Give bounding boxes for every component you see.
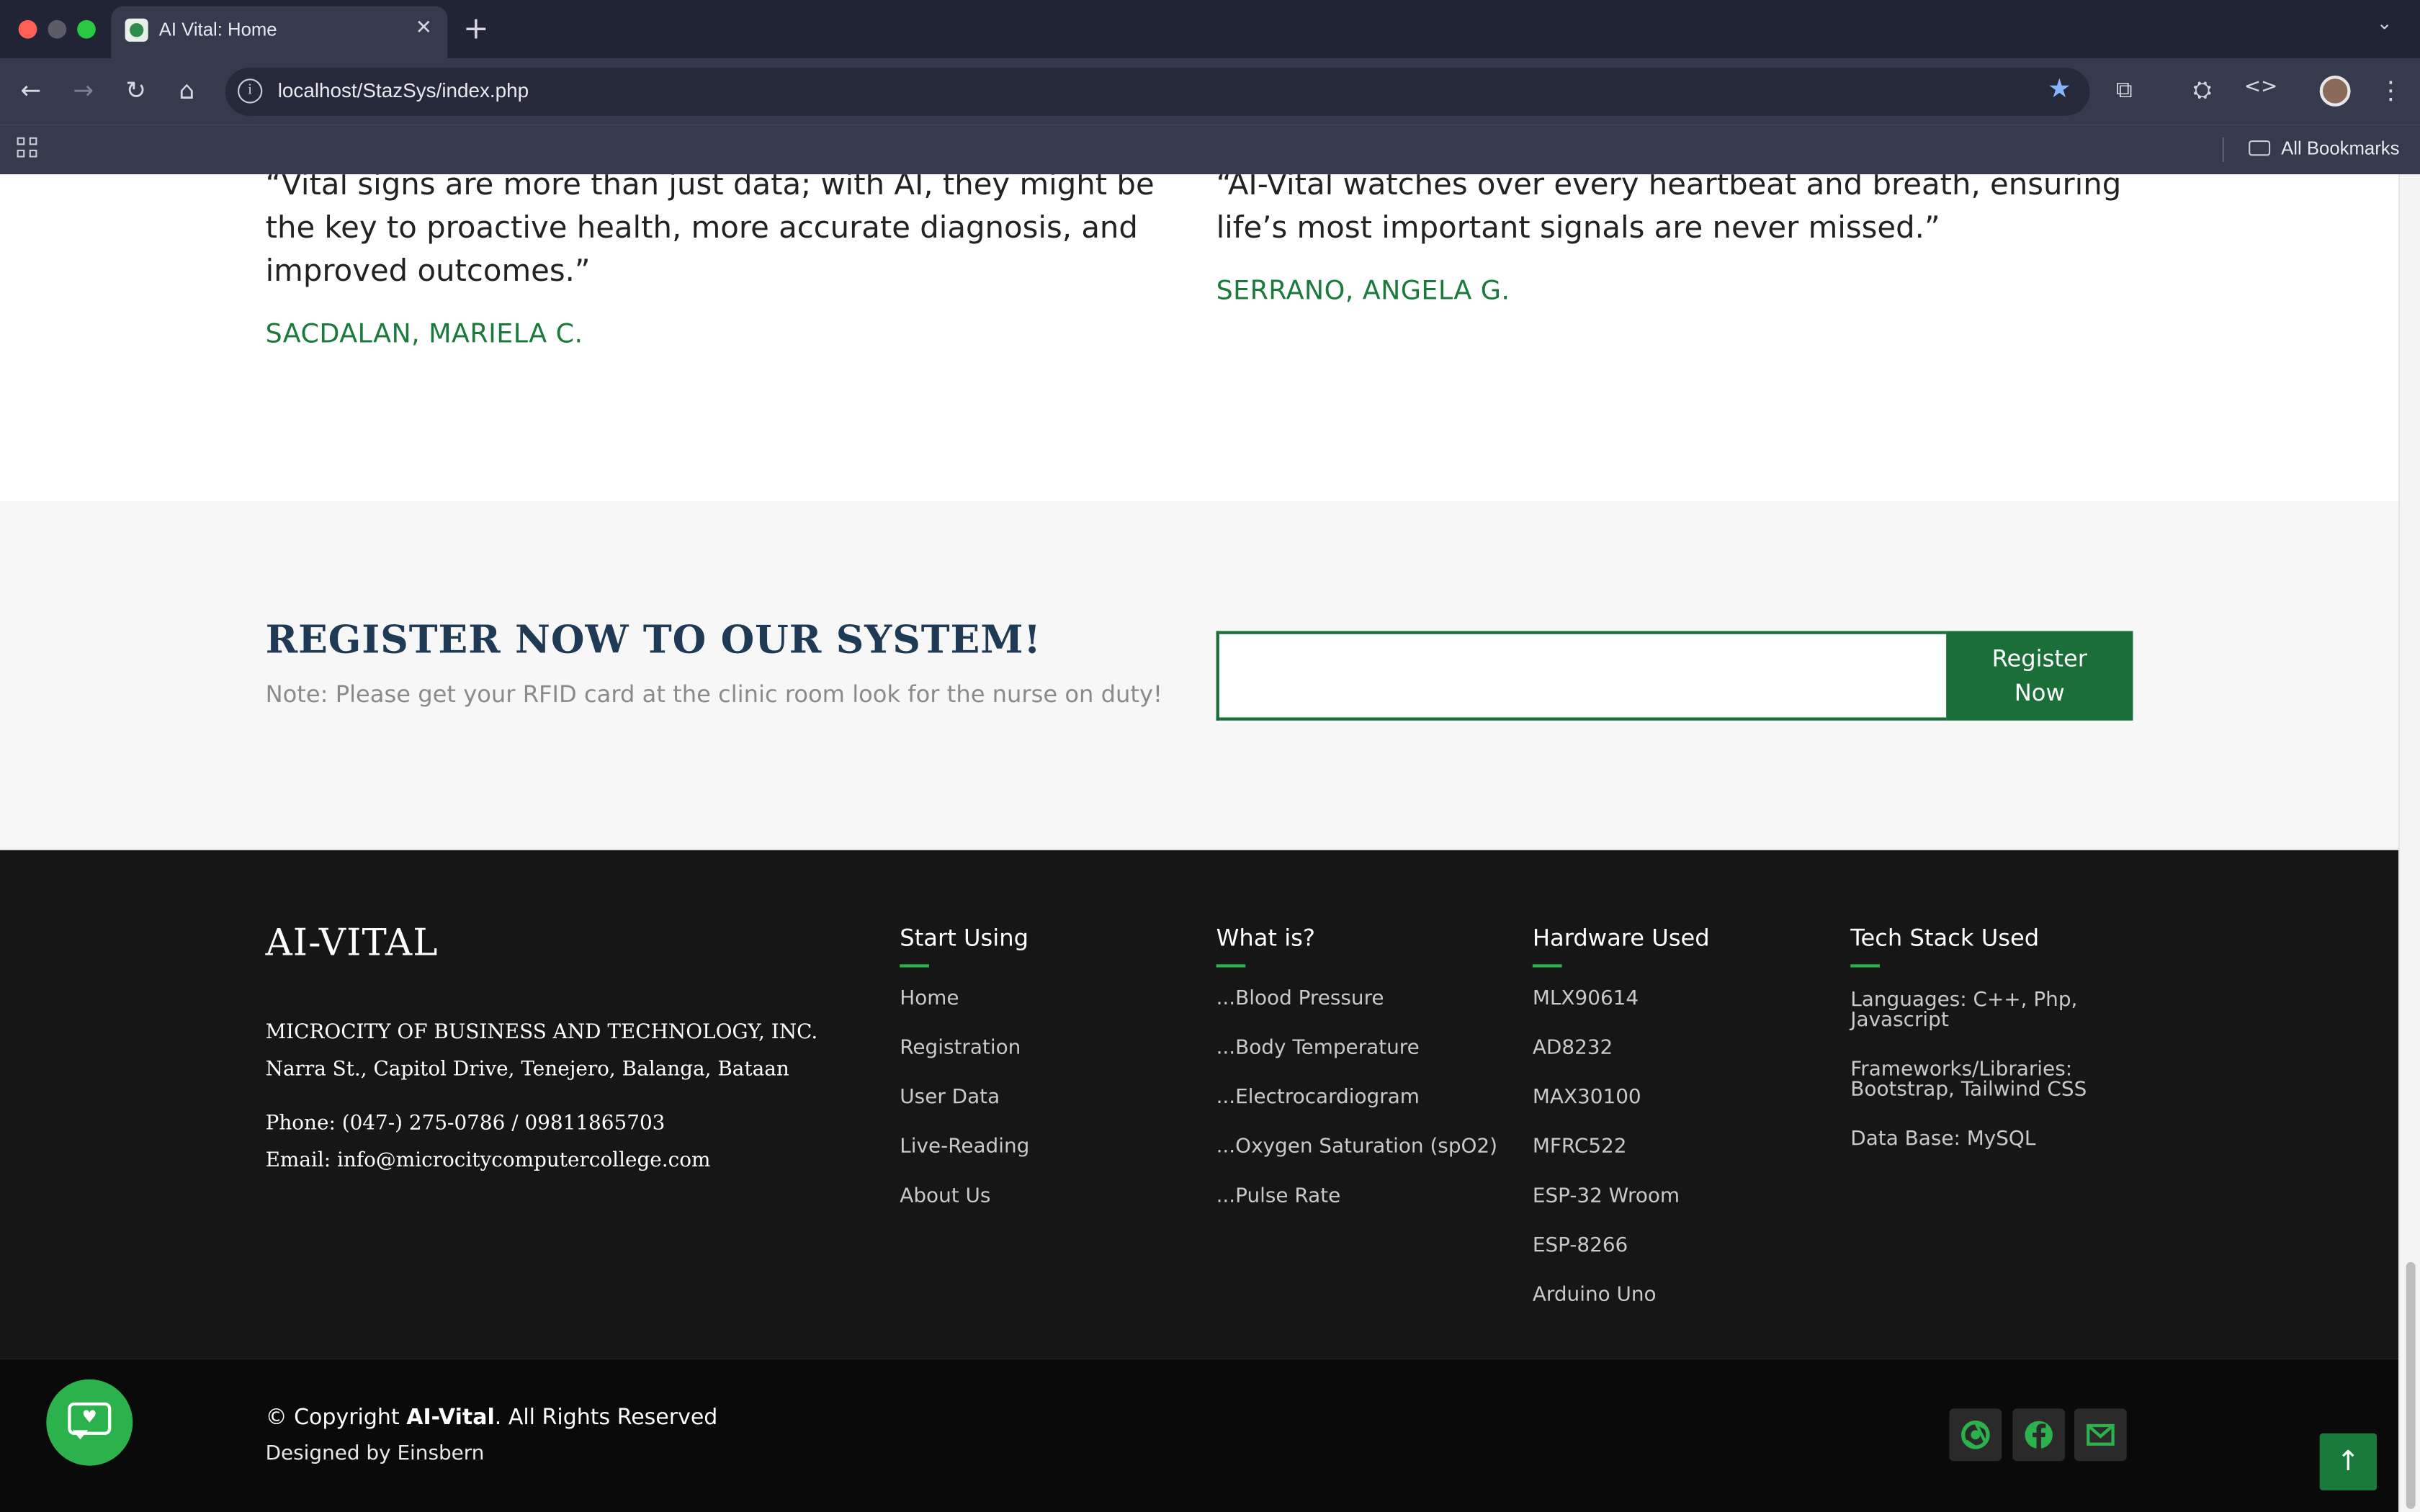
footer-column-title: What is?	[1216, 924, 1315, 953]
tab-title: AI Vital: Home	[158, 18, 277, 40]
apps-icon[interactable]	[17, 137, 39, 159]
avatar[interactable]	[2319, 76, 2351, 107]
bookmarks-bar: All Bookmarks	[0, 125, 2420, 175]
url-text[interactable]: localhost/StazSys/index.php	[278, 78, 529, 102]
all-bookmarks-label: All Bookmarks	[2281, 137, 2400, 159]
bookmarks-divider	[2222, 137, 2224, 162]
chat-button[interactable]: ♥	[46, 1379, 133, 1466]
facebook-icon[interactable]	[2012, 1408, 2066, 1462]
browser-tab[interactable]: AI Vital: Home ✕	[111, 6, 448, 59]
footer-link-live-reading[interactable]: Live-Reading	[900, 1135, 1029, 1158]
close-window-button[interactable]	[18, 19, 37, 39]
back-icon[interactable]: ←	[15, 76, 46, 107]
address-bar[interactable]: i localhost/StazSys/index.php ★	[225, 68, 2090, 116]
tab-close-icon[interactable]: ✕	[416, 17, 432, 40]
company-email[interactable]: Email: info@microcitycomputercollege.com	[266, 1149, 711, 1172]
copyright-suffix: . All Rights Reserved	[494, 1405, 718, 1431]
register-section: REGISTER NOW TO OUR SYSTEM! Note: Please…	[0, 501, 2398, 850]
footer-link-electrocardiogram[interactable]: ...Electrocardiogram	[1216, 1086, 1420, 1110]
footer-link-registration[interactable]: Registration	[900, 1037, 1021, 1060]
copyright-prefix: © Copyright	[265, 1405, 407, 1431]
devtools-icon[interactable]: <>	[2244, 76, 2278, 99]
tech-stack-item: Languages: C++, Php, Javascript	[1850, 989, 2078, 1032]
company-address: Narra St., Capitol Drive, Tenejero, Bala…	[265, 1058, 789, 1082]
testimonial-quote: “AI-Vital watches over every heartbeat a…	[1216, 174, 2122, 246]
maximize-window-button[interactable]	[77, 19, 96, 39]
hardware-item: Arduino Uno	[1532, 1283, 1657, 1307]
register-button-label: Now	[2014, 678, 2065, 707]
tech-stack-item: Data Base: MySQL	[1850, 1128, 2036, 1151]
back-to-top-button[interactable]: ↑	[2319, 1433, 2377, 1490]
tab-search-icon[interactable]: ⌄	[2377, 12, 2393, 34]
heart-icon: ♥	[81, 1407, 97, 1428]
star-icon[interactable]: ★	[2048, 74, 2071, 105]
testimonial-author: SACDALAN, MARIELA C.	[265, 319, 583, 351]
hardware-item: ESP-8266	[1532, 1234, 1628, 1258]
favicon-icon	[125, 18, 148, 42]
reload-icon[interactable]: ↻	[120, 76, 151, 107]
folder-icon	[2249, 140, 2271, 156]
designed-by: Designed by Einsbern	[265, 1442, 485, 1466]
testimonial-author: SERRANO, ANGELA G.	[1216, 276, 1510, 307]
hardware-item: MLX90614	[1532, 987, 1639, 1011]
rfid-input[interactable]	[1216, 631, 1947, 721]
footer-column-title: Hardware Used	[1532, 924, 1710, 953]
copyright-text: © Copyright AI-Vital. All Rights Reserve…	[266, 1405, 718, 1430]
column-underline	[900, 964, 929, 968]
footer-link-blood-pressure[interactable]: ...Blood Pressure	[1216, 987, 1384, 1010]
mail-icon[interactable]	[2074, 1408, 2127, 1462]
footer-link-oxygen-saturation[interactable]: ...Oxygen Saturation (spO2)	[1216, 1135, 1497, 1158]
arrow-up-icon: ↑	[2336, 1445, 2360, 1478]
chat-bubble-tail	[72, 1430, 89, 1440]
footer-link-home[interactable]: Home	[900, 987, 959, 1010]
footer-column-title: Tech Stack Used	[1850, 924, 2040, 953]
column-underline	[1532, 964, 1562, 968]
info-icon[interactable]: i	[238, 78, 263, 104]
footer: AI-VITAL MICROCITY OF BUSINESS AND TECHN…	[0, 850, 2398, 1359]
tech-stack-item: Frameworks/Libraries: Bootstrap, Tailwin…	[1850, 1058, 2087, 1102]
chrome-icon[interactable]	[1949, 1408, 2002, 1462]
browser-tab-bar: AI Vital: Home ✕ + ⌄	[0, 0, 2420, 59]
home-icon[interactable]: ⌂	[171, 76, 202, 107]
footer-column-title: Start Using	[900, 924, 1029, 953]
forward-icon[interactable]: →	[68, 76, 99, 107]
footer-link-about-us[interactable]: About Us	[900, 1185, 990, 1208]
hardware-item: MFRC522	[1532, 1135, 1627, 1159]
register-button-label: Register	[1991, 644, 2087, 673]
page-content: “Vital signs are more than just data; wi…	[0, 174, 2398, 1512]
incognito-icon[interactable]: ⛭	[2193, 76, 2212, 104]
footer-brand: AI-VITAL	[265, 921, 439, 965]
footer-link-user-data[interactable]: User Data	[900, 1086, 1000, 1110]
register-button[interactable]: Register Now	[1946, 631, 2133, 721]
footer-link-pulse-rate[interactable]: ...Pulse Rate	[1216, 1185, 1341, 1208]
company-name: MICROCITY OF BUSINESS AND TECHNOLOGY, IN…	[265, 1021, 818, 1045]
all-bookmarks-button[interactable]: All Bookmarks	[2249, 138, 2399, 159]
menu-icon[interactable]: ⋮	[2378, 76, 2403, 105]
copyright-brand: AI-Vital	[406, 1405, 495, 1431]
hardware-item: MAX30100	[1532, 1086, 1641, 1110]
column-underline	[1850, 964, 1880, 968]
column-underline	[1216, 964, 1246, 968]
page-scrollbar[interactable]	[2398, 174, 2420, 1512]
scrollbar-thumb[interactable]	[2406, 1261, 2416, 1509]
minimize-window-button[interactable]	[48, 19, 67, 39]
screen: AI Vital: Home ✕ + ⌄ ← → ↻ ⌂ i localhost…	[0, 0, 2420, 1512]
copyright-bar: © Copyright AI-Vital. All Rights Reserve…	[0, 1359, 2398, 1512]
testimonial-quote: “Vital signs are more than just data; wi…	[265, 174, 1155, 289]
extensions-icon[interactable]: ⧉	[2116, 76, 2133, 104]
register-note: Note: Please get your RFID card at the c…	[265, 680, 1162, 708]
browser-toolbar: ← → ↻ ⌂ i localhost/StazSys/index.php ★ …	[0, 58, 2420, 125]
hardware-item: ESP-32 Wroom	[1532, 1184, 1680, 1208]
footer-link-body-temperature[interactable]: ...Body Temperature	[1216, 1037, 1420, 1060]
new-tab-button[interactable]: +	[463, 11, 489, 45]
hardware-item: AD8232	[1532, 1037, 1613, 1061]
register-title: REGISTER NOW TO OUR SYSTEM!	[265, 617, 1041, 662]
company-phone: Phone: (047-) 275-0786 / 09811865703	[265, 1112, 666, 1136]
